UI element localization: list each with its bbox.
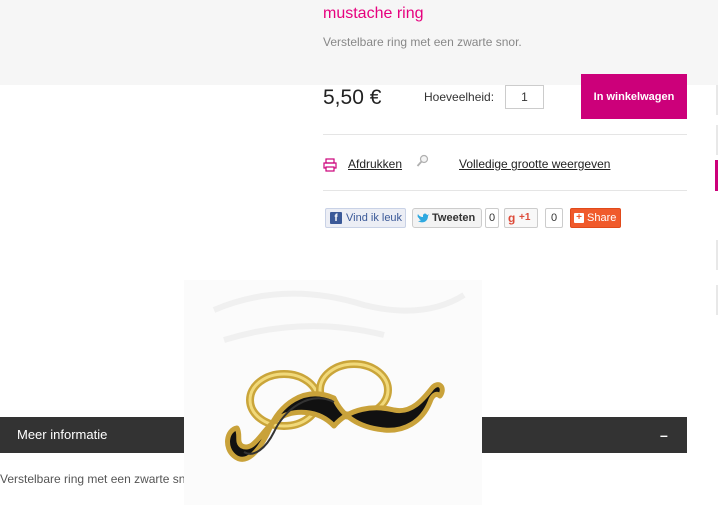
divider <box>323 134 687 135</box>
product-title: mustache ring <box>323 5 424 22</box>
more-info-text: Verstelbare ring met een zwarte snor. <box>0 472 199 486</box>
tweet-count: 0 <box>485 208 499 228</box>
divider <box>323 190 687 191</box>
product-short-description: Verstelbare ring met een zwarte snor. <box>323 35 522 49</box>
quantity-label: Hoeveelheid: <box>424 90 495 104</box>
facebook-like-label: Vind ik leuk <box>346 212 403 224</box>
facebook-icon: f <box>330 212 342 224</box>
twitter-bird-icon <box>417 213 429 223</box>
gplus-label: +1 <box>519 212 531 223</box>
mustache-ring-image <box>184 280 482 505</box>
add-to-cart-button[interactable]: In winkelwagen <box>581 74 687 119</box>
product-price: 5,50 € <box>323 86 382 109</box>
product-image[interactable] <box>184 280 482 505</box>
gplus-button[interactable]: g +1 <box>504 208 538 228</box>
magnifier-icon[interactable] <box>416 154 430 168</box>
share-plus-icon: + <box>574 213 584 223</box>
printer-icon[interactable] <box>323 158 337 172</box>
share-button[interactable]: + Share <box>570 208 621 228</box>
tweet-button[interactable]: Tweeten <box>412 208 482 228</box>
full-size-link[interactable]: Volledige grootte weergeven <box>459 157 610 171</box>
quantity-input[interactable] <box>505 85 544 109</box>
facebook-like-button[interactable]: f Vind ik leuk <box>325 208 406 228</box>
gplus-icon: g <box>508 211 516 225</box>
print-link[interactable]: Afdrukken <box>348 157 402 171</box>
share-label: Share <box>587 212 617 224</box>
gplus-count: 0 <box>545 208 563 228</box>
tweet-label: Tweeten <box>432 212 476 224</box>
collapse-toggle[interactable]: – <box>660 427 668 443</box>
more-info-title: Meer informatie <box>17 427 108 442</box>
